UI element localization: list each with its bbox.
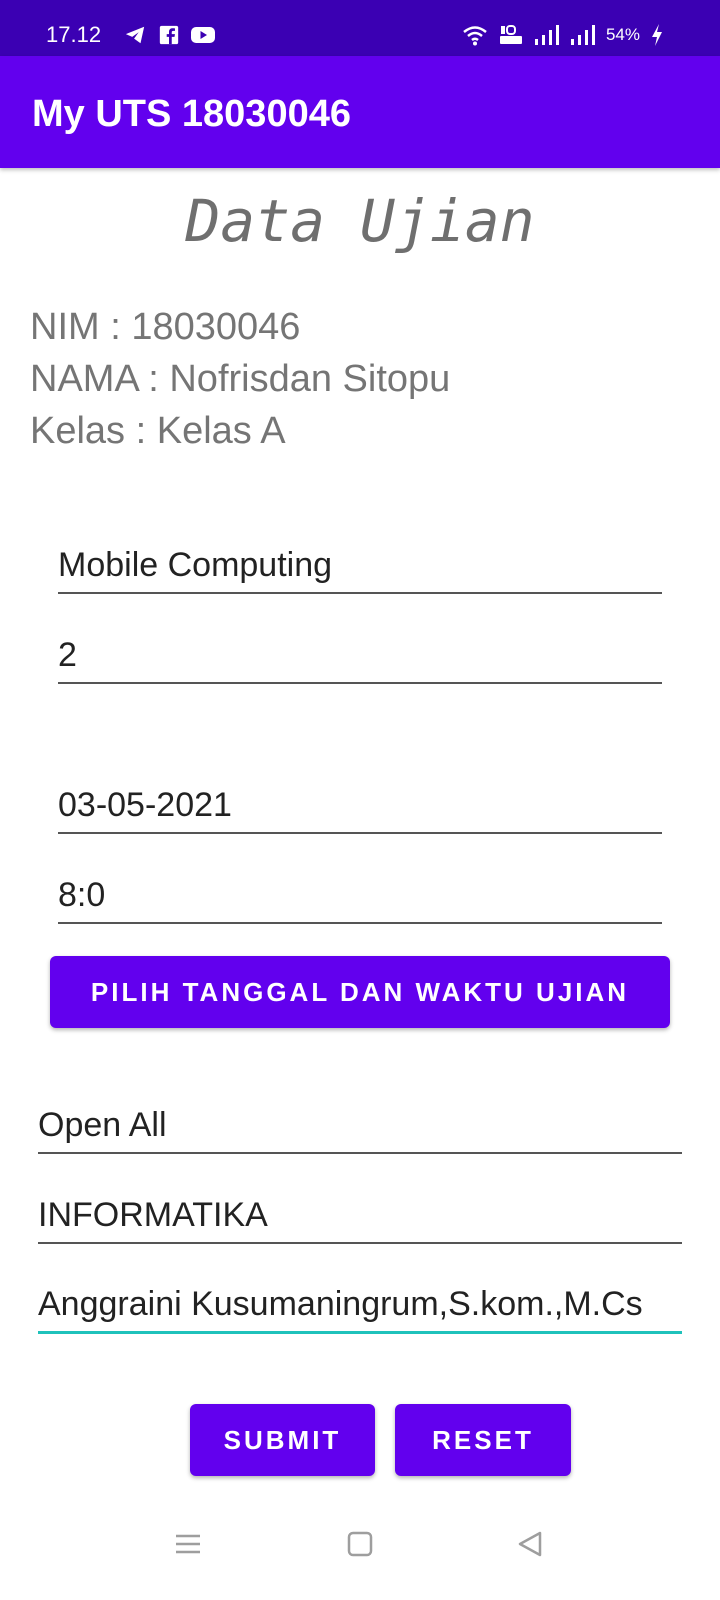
nim-label: NIM : 18030046 <box>30 306 301 348</box>
tanggal-input[interactable] <box>58 778 662 834</box>
navigation-bar <box>0 1500 720 1600</box>
prodi-input[interactable] <box>38 1188 682 1244</box>
dosen-input[interactable] <box>38 1278 682 1334</box>
mata-kuliah-input[interactable] <box>58 538 662 594</box>
sifat-ujian-input[interactable] <box>38 1098 682 1154</box>
app-bar: My UTS 18030046 <box>0 56 720 168</box>
app-title: My UTS 18030046 <box>32 93 351 135</box>
home-square-icon[interactable] <box>346 1530 374 1558</box>
reset-button[interactable]: RESET <box>395 1404 571 1476</box>
menu-icon[interactable] <box>174 1530 202 1558</box>
youtube-icon <box>191 27 215 43</box>
volte-icon <box>499 25 522 44</box>
status-bar: 17.12 54% <box>0 0 720 56</box>
signal-icon <box>570 25 595 45</box>
status-time: 17.12 <box>46 22 102 47</box>
pick-date-time-button[interactable]: PILIH TANGGAL DAN WAKTU UJIAN <box>50 956 670 1028</box>
battery-charging-icon <box>652 24 662 46</box>
page-title: Data Ujian <box>185 187 535 255</box>
battery-level: 54% <box>605 25 640 44</box>
waktu-input[interactable] <box>58 868 662 924</box>
back-triangle-icon[interactable] <box>516 1530 544 1558</box>
submit-button[interactable]: SUBMIT <box>190 1404 375 1476</box>
sks-input[interactable] <box>58 628 662 684</box>
telegram-icon <box>125 26 145 44</box>
status-icons: 54% <box>462 20 664 50</box>
kelas-label: Kelas : Kelas A <box>30 410 286 452</box>
signal-icon <box>534 25 559 45</box>
facebook-icon <box>159 25 179 45</box>
wifi-icon <box>463 26 487 46</box>
nama-label: NAMA : Nofrisdan Sitopu <box>30 358 451 400</box>
